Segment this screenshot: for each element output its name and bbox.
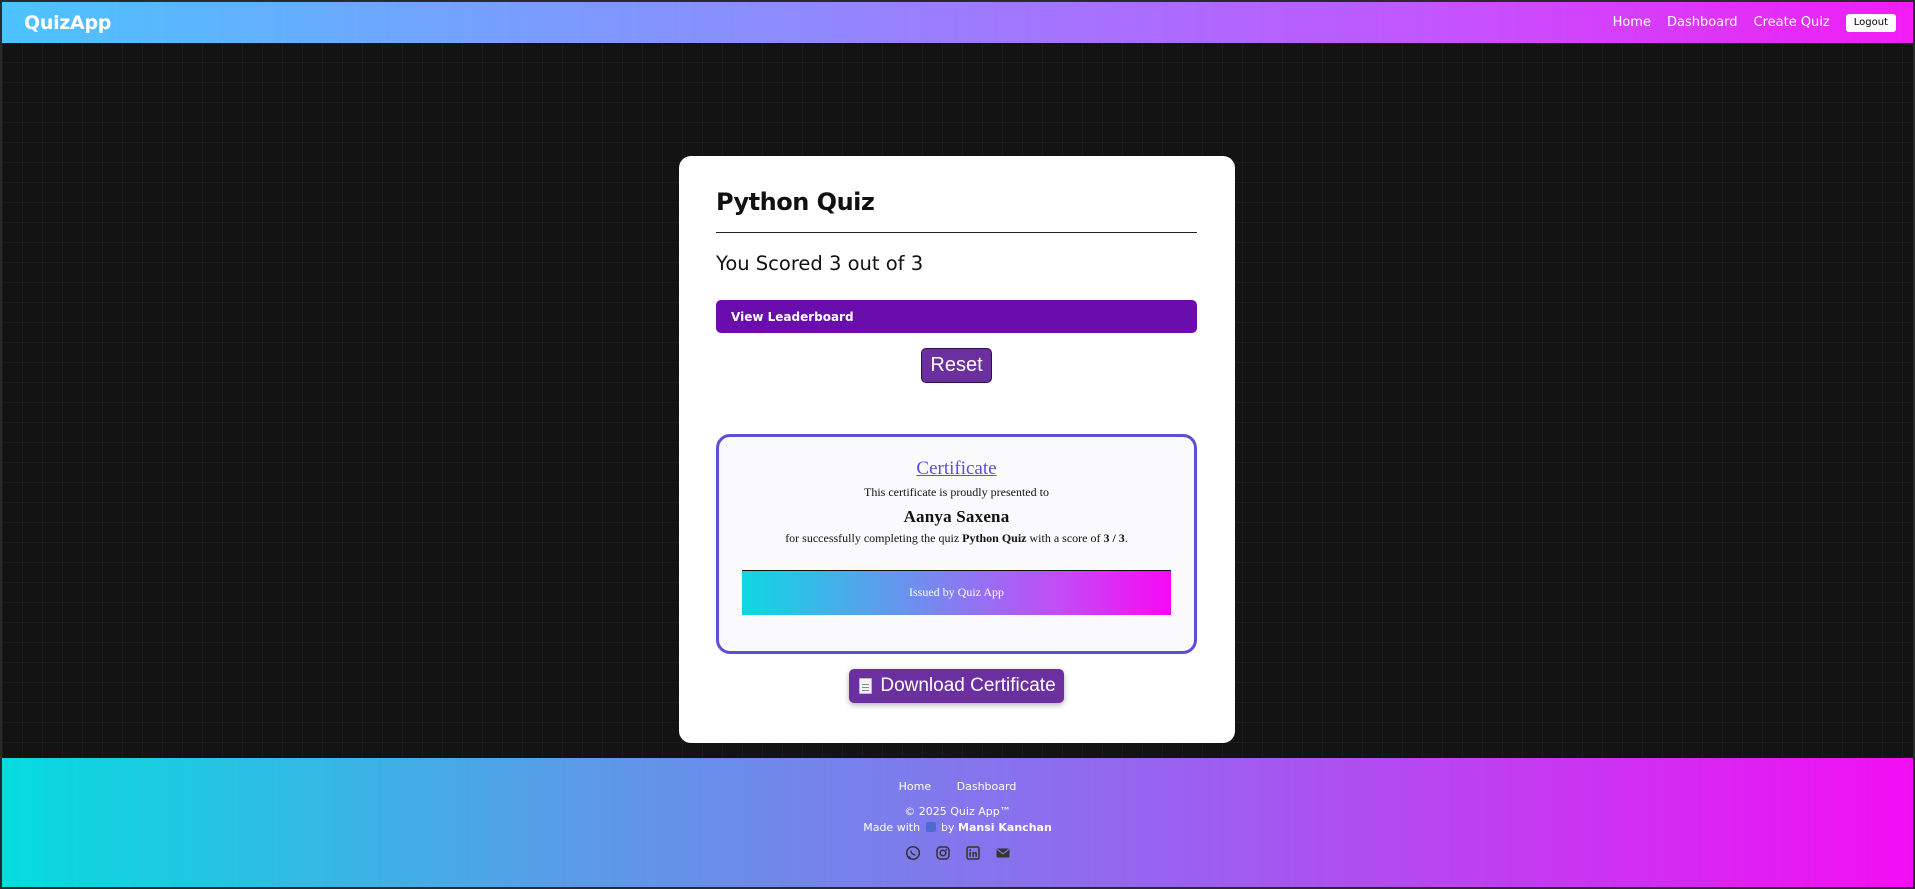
certificate-recipient: Aanya Saxena (903, 507, 1010, 526)
nav-link-create-quiz[interactable]: Create Quiz (1754, 15, 1830, 30)
certificate-issued-banner: Issued by Quiz App (742, 570, 1171, 615)
nav-link-dashboard[interactable]: Dashboard (1667, 15, 1738, 30)
certificate: Certificate This certificate is proudly … (716, 434, 1197, 654)
reset-wrap: Reset (716, 348, 1197, 383)
author-name: Mansi Kanchan (958, 821, 1052, 834)
certificate-desc-prefix: for successfully completing the quiz (785, 531, 960, 545)
reset-button[interactable]: Reset (921, 348, 992, 383)
copyright: © 2025 Quiz App™ (904, 805, 1011, 818)
linkedin-icon[interactable] (965, 845, 981, 861)
social-links (2, 845, 1913, 861)
certificate-description: for successfully completing the quiz Pyt… (719, 531, 1194, 546)
navbar: QuizApp Home Dashboard Create Quiz Logou… (2, 2, 1913, 43)
instagram-icon[interactable] (935, 845, 951, 861)
made-with-prefix: Made with (863, 821, 921, 834)
certificate-title: Certificate (916, 458, 997, 479)
made-with: Made with by Mansi Kanchan (2, 821, 1913, 834)
document-icon (859, 678, 873, 694)
download-certificate-button[interactable]: Download Certificate (849, 669, 1064, 703)
footer: Home Dashboard © 2025 Quiz App™ Made wit… (2, 758, 1913, 887)
brand-logo[interactable]: QuizApp (24, 12, 111, 34)
whatsapp-icon[interactable] (905, 845, 921, 861)
email-icon[interactable] (995, 845, 1011, 861)
nav-link-home[interactable]: Home (1613, 15, 1651, 30)
footer-links: Home Dashboard (2, 758, 1913, 793)
made-with-by: by (941, 821, 955, 834)
certificate-quiz-name: Python Quiz (962, 531, 1027, 545)
certificate-desc-middle: with a score of (1029, 531, 1101, 545)
app-frame: QuizApp Home Dashboard Create Quiz Logou… (2, 2, 1913, 887)
heart-icon (925, 822, 936, 832)
certificate-score: 3 / 3 (1103, 531, 1125, 545)
download-wrap: Download Certificate (716, 669, 1197, 703)
quiz-title: Python Quiz (716, 188, 875, 216)
download-certificate-label: Download Certificate (880, 675, 1056, 696)
score-text: You Scored 3 out of 3 (716, 252, 924, 275)
footer-link-home[interactable]: Home (899, 780, 931, 793)
nav-links: Home Dashboard Create Quiz Logout (1597, 13, 1896, 32)
result-card: Python Quiz You Scored 3 out of 3 View L… (679, 156, 1235, 743)
footer-link-dashboard[interactable]: Dashboard (957, 780, 1017, 793)
certificate-presented-text: This certificate is proudly presented to (864, 485, 1049, 499)
title-divider (716, 232, 1197, 233)
logout-button[interactable]: Logout (1845, 13, 1896, 32)
view-leaderboard-button[interactable]: View Leaderboard (716, 300, 1197, 333)
certificate-desc-suffix: . (1124, 531, 1128, 545)
